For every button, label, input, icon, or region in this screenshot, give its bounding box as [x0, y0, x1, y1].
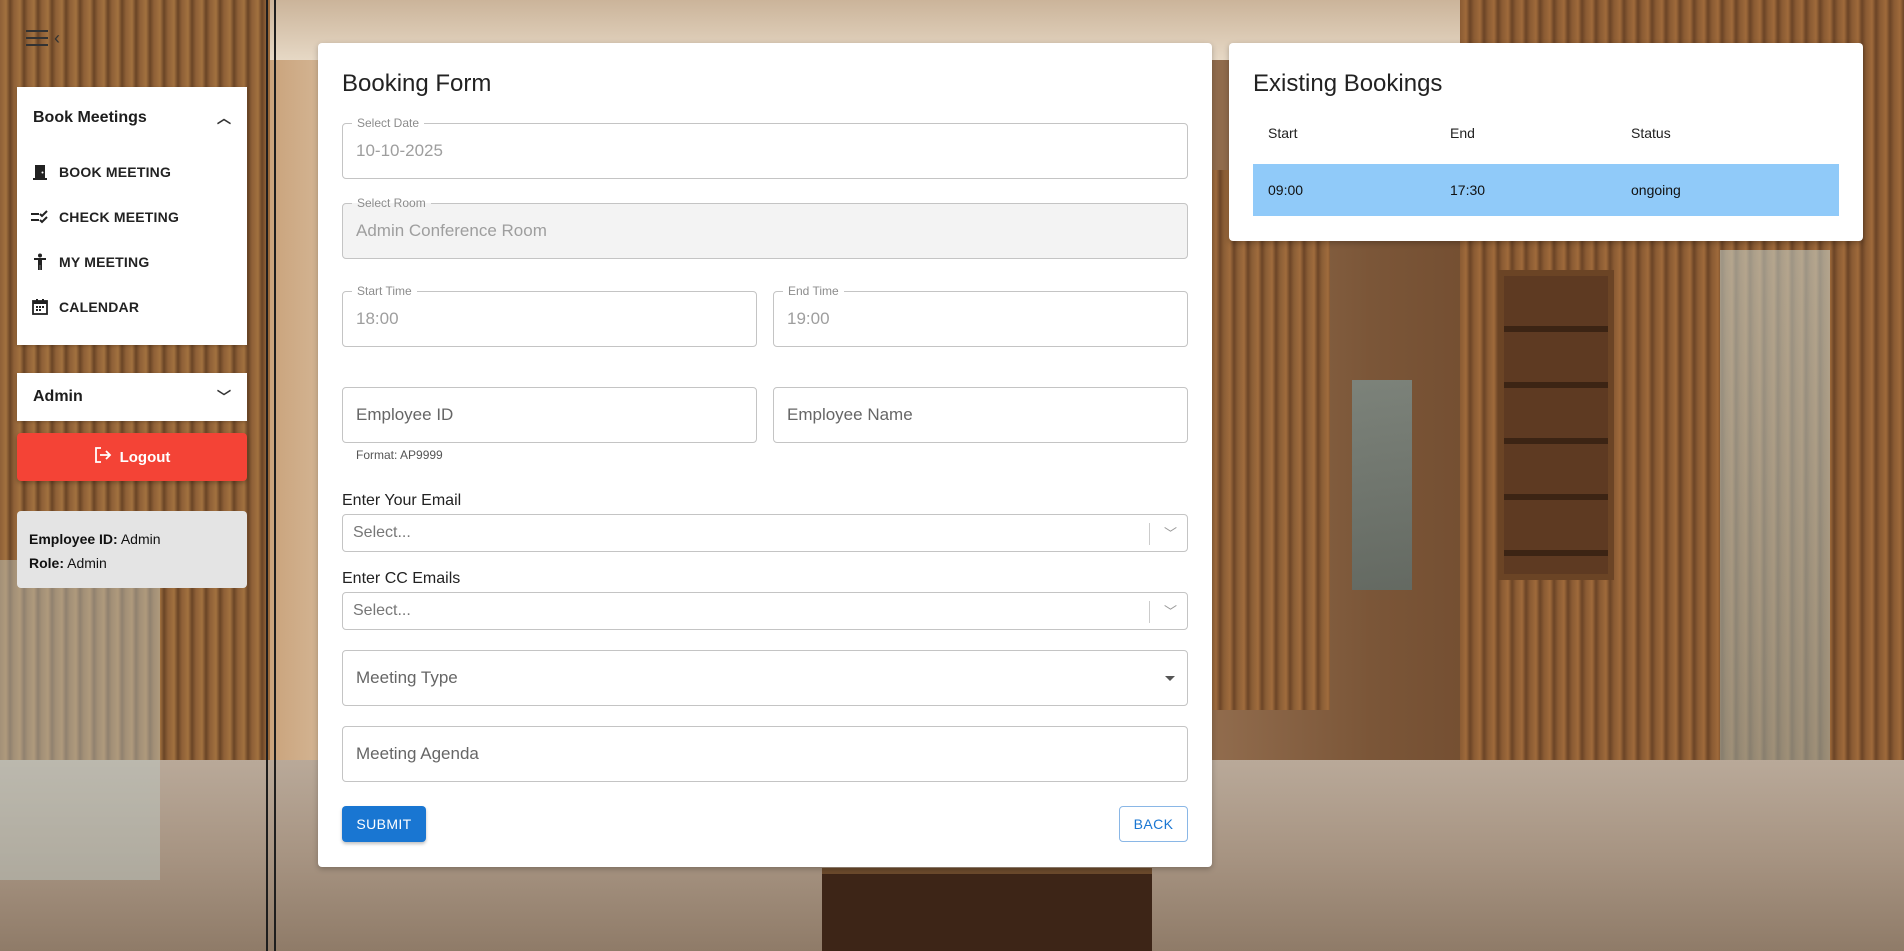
date-value: 10-10-2025 — [356, 141, 443, 160]
cc-emails-select[interactable]: Select... ﹀ — [342, 592, 1188, 630]
employee-id-helper: Format: AP9999 — [356, 448, 443, 462]
door-icon — [31, 163, 49, 181]
booking-form-title: Booking Form — [342, 70, 492, 97]
booking-start-cell: 09:00 — [1268, 182, 1304, 198]
calendar-icon — [31, 298, 49, 316]
book-meetings-menu: Book Meetings ︿ BOOK MEETING CHECK MEETI… — [17, 87, 247, 345]
sidebar-item-label: CHECK MEETING — [59, 208, 180, 225]
column-header-status: Status — [1631, 125, 1671, 141]
end-time-label: End Time — [783, 284, 844, 298]
admin-menu-header[interactable]: Admin ﹀ — [17, 373, 247, 421]
submit-button[interactable]: SUBMIT — [342, 806, 426, 842]
book-meetings-header[interactable]: Book Meetings ︿ — [17, 87, 247, 149]
employee-id-placeholder: Employee ID — [356, 405, 454, 424]
start-time-value: 18:00 — [356, 309, 399, 328]
logout-button[interactable]: Logout — [17, 433, 247, 481]
email-select[interactable]: Select... ﹀ — [342, 514, 1188, 552]
date-field[interactable]: Select Date 10-10-2025 — [342, 116, 1188, 179]
sidebar-item-check-meeting[interactable]: CHECK MEETING — [17, 194, 247, 239]
chevron-down-icon[interactable]: ﹀ — [1164, 601, 1177, 620]
meeting-agenda-placeholder: Meeting Agenda — [356, 744, 479, 763]
end-time-value: 19:00 — [787, 309, 830, 328]
employee-id-value: Admin — [120, 531, 161, 547]
select-separator — [1149, 601, 1150, 623]
meeting-type-select[interactable]: Meeting Type — [342, 650, 1188, 706]
room-label: Select Room — [352, 196, 431, 210]
employee-name-input[interactable]: Employee Name — [773, 387, 1188, 443]
book-meetings-title: Book Meetings — [33, 109, 147, 126]
sidebar-item-label: MY MEETING — [59, 253, 150, 270]
booking-end-cell: 17:30 — [1450, 182, 1486, 198]
menu-toggle-icon[interactable] — [26, 30, 48, 46]
room-field[interactable]: Select Room Admin Conference Room — [342, 196, 1188, 259]
employee-id-input[interactable]: Employee ID — [342, 387, 757, 443]
sidebar-item-label: BOOK MEETING — [59, 163, 172, 180]
booking-status-cell: ongoing — [1631, 182, 1681, 198]
existing-bookings-card: Existing Bookings Start End Status 09:00… — [1229, 43, 1863, 241]
chevron-up-icon[interactable]: ︿ — [217, 108, 231, 128]
back-button[interactable]: BACK — [1119, 806, 1188, 842]
sidebar-item-my-meeting[interactable]: MY MEETING — [17, 239, 247, 284]
start-time-label: Start Time — [352, 284, 417, 298]
employee-name-placeholder: Employee Name — [787, 405, 913, 424]
person-icon — [31, 253, 49, 271]
sidebar-item-calendar[interactable]: CALENDAR — [17, 284, 247, 329]
date-label: Select Date — [352, 116, 425, 130]
user-info-card: Employee ID: Admin Role: Admin — [17, 511, 247, 588]
existing-bookings-title: Existing Bookings — [1253, 70, 1443, 97]
role-value: Admin — [67, 555, 107, 571]
booking-form-card: Booking Form Select Date 10-10-2025 Sele… — [318, 43, 1212, 867]
chevron-down-icon[interactable]: ﹀ — [1164, 523, 1177, 542]
admin-title: Admin — [33, 388, 83, 405]
email-select-placeholder: Select... — [353, 524, 411, 541]
meeting-agenda-input[interactable]: Meeting Agenda — [342, 726, 1188, 782]
logout-icon — [94, 446, 112, 468]
sidebar-item-label: CALENDAR — [59, 298, 140, 315]
dropdown-arrow-icon[interactable] — [1165, 676, 1175, 681]
employee-id-label: Employee ID: — [29, 531, 118, 547]
cc-emails-label: Enter CC Emails — [342, 570, 461, 587]
column-header-end: End — [1450, 125, 1475, 141]
room-value: Admin Conference Room — [356, 221, 547, 240]
chevron-down-icon[interactable]: ﹀ — [217, 387, 231, 407]
role-label: Role: — [29, 555, 64, 571]
select-separator — [1149, 523, 1150, 545]
start-time-field[interactable]: Start Time 18:00 — [342, 284, 757, 347]
meeting-type-placeholder: Meeting Type — [356, 668, 458, 687]
end-time-field[interactable]: End Time 19:00 — [773, 284, 1188, 347]
table-row[interactable]: 09:00 17:30 ongoing — [1253, 164, 1839, 216]
logout-label: Logout — [119, 448, 171, 466]
email-label: Enter Your Email — [342, 492, 462, 509]
sidebar-item-book-meeting[interactable]: BOOK MEETING — [17, 149, 247, 194]
column-header-start: Start — [1268, 125, 1298, 141]
checklist-icon — [31, 208, 49, 226]
cc-emails-select-placeholder: Select... — [353, 602, 411, 619]
collapse-chevron-icon[interactable]: ‹ — [54, 28, 60, 49]
